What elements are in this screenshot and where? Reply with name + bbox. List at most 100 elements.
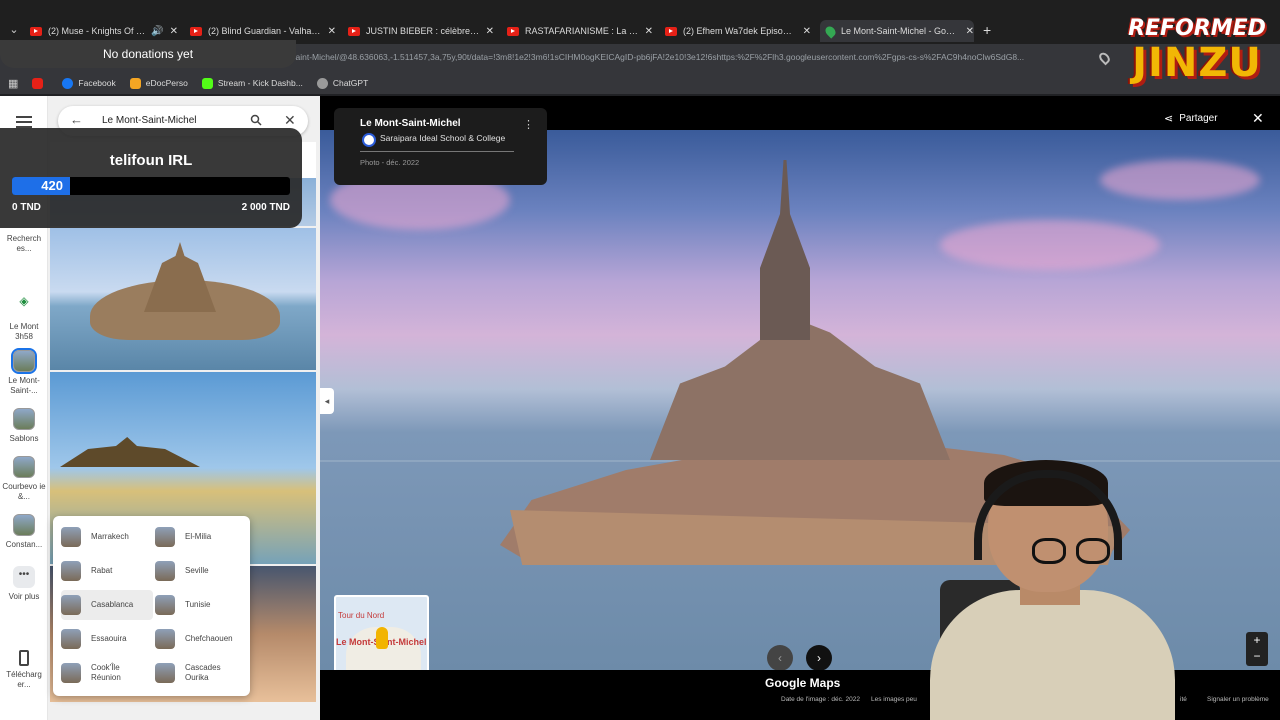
tab-blind-guardian[interactable]: (2) Blind Guardian - Valhalla - Y ✕ [190,20,336,42]
suggestion-casablanca[interactable]: Casablanca [61,590,153,620]
bookmark-label: Stream - Kick Dashb... [217,78,303,88]
place-thumbnail [155,561,175,581]
close-viewer-icon[interactable]: ✕ [1252,110,1264,127]
rail-constan[interactable]: Constan... [0,514,48,550]
tab-rastafari[interactable]: RASTAFARIANISME : La Religion ✕ [507,20,653,42]
author-avatar[interactable] [362,133,376,147]
place-thumbnail [61,561,81,581]
tab-bieber[interactable]: JUSTIN BIEBER : célèbre trop je ✕ [348,20,494,42]
bookmark-kick[interactable]: Stream - Kick Dashb... [201,77,303,89]
tab-title: (2) Efhem Wa7dek Episode 1 - [683,26,797,36]
apps-icon[interactable]: ▦ [8,77,18,90]
person-torso [930,590,1175,720]
tab-close-icon[interactable]: ✕ [803,26,811,37]
new-tab-button[interactable]: + [983,22,991,38]
tab-close-icon[interactable]: ✕ [328,26,336,37]
bookmark-label: eDocPerso [145,78,188,88]
place-title: Le Mont-Saint-Michel [360,118,461,129]
rail-courbevoie[interactable]: Courbevo ie &... [0,456,48,502]
bookmark-facebook[interactable]: Facebook [62,77,116,89]
place-thumbnail [13,408,35,430]
suggestion-label: Seville [185,566,209,575]
rail-le-mont-saint-michel[interactable]: Le Mont-Saint-... [0,348,48,396]
youtube-icon [30,26,42,36]
tab-google-maps[interactable]: Le Mont-Saint-Michel - Google ✕ [820,20,974,42]
route-icon: ◈ [13,295,35,318]
suggestion-rabat[interactable]: Rabat [61,556,153,586]
suggestion-label: Essaouira [91,634,127,643]
youtube-icon [507,26,519,36]
donation-goal-widget: telifoun IRL 420 0 TND 2 000 TND [0,128,302,228]
privacy-link[interactable]: ité [1180,696,1187,703]
bookmark-edocperso[interactable]: eDocPerso [129,77,188,89]
glasses [1032,538,1120,568]
tab-close-icon[interactable]: ✕ [486,26,494,37]
clear-search-icon[interactable]: ✕ [284,112,296,129]
maps-icon [823,23,838,39]
tab-muse[interactable]: (2) Muse - Knights Of Cydonia 🔊 ✕ [30,20,178,42]
rail-sablons[interactable]: Sablons [0,408,48,444]
zoom-in-icon[interactable]: + [1246,632,1268,648]
abbey-spire [760,160,810,340]
previous-photo-button[interactable]: ‹ [767,645,793,671]
kick-icon [201,77,213,89]
tab-search-icon[interactable]: ⌄ [6,22,22,38]
google-maps-logo: Google Maps [765,676,841,690]
suggestion-cook-ile-reunion[interactable]: Cook'Île Réunion [61,658,153,688]
pegman-icon[interactable] [376,627,388,649]
place-thumbnail [61,663,81,683]
bookmark-label: Facebook [78,78,116,88]
bookmark-youtube[interactable] [32,77,48,89]
report-problem-link[interactable]: Signaler un problème [1207,696,1269,703]
rail-label: Constan... [5,540,43,549]
rail-label: Voir plus [8,592,40,601]
suggestion-seville[interactable]: Seville [155,556,247,586]
place-thumbnail [155,595,175,615]
minimap-label: Tour du Nord [338,611,385,620]
rail-download[interactable]: Télécharg er... [0,650,48,690]
suggestion-label: Casablanca [91,600,134,609]
image-date: Date de l'image : déc. 2022 [781,696,860,703]
tab-efhem[interactable]: (2) Efhem Wa7dek Episode 1 - ✕ [665,20,811,42]
rail-label: Recherch es... [6,234,42,253]
share-button[interactable]: ⋖ Partager [1164,112,1218,125]
chatgpt-icon [316,77,328,89]
suggestion-tunisie[interactable]: Tunisie [155,590,247,620]
tab-title: JUSTIN BIEBER : célèbre trop je [366,26,480,36]
search-input[interactable]: Le Mont-Saint-Michel [102,115,196,126]
suggestion-cascades-ourika[interactable]: Cascades Ourika [155,658,247,688]
share-icon: ⋖ [1164,113,1174,125]
rail-see-more[interactable]: ••• Voir plus [0,566,48,602]
tab-title: (2) Muse - Knights Of Cydonia [48,26,148,36]
speaker-icon[interactable]: 🔊 [151,26,163,37]
rail-le-mont-route[interactable]: ◈ Le Mont 3h58 [0,295,48,342]
author-name[interactable]: Saraipara Ideal School & College [380,133,505,143]
more-options-icon[interactable]: ⋮ [523,118,534,131]
island-shape [60,437,200,467]
tab-title: Le Mont-Saint-Michel - Google [841,26,960,36]
bookmark-chatgpt[interactable]: ChatGPT [316,77,368,89]
zoom-out-icon[interactable]: − [1246,648,1268,664]
collapse-panel-button[interactable]: ◂ [320,388,334,414]
zoom-control[interactable]: + − [1246,632,1268,666]
photo-tile[interactable] [50,228,316,370]
search-icon[interactable] [250,114,262,126]
logo-text: JINZU [1132,40,1262,86]
goal-min: 0 TND [12,202,41,213]
goal-max: 2 000 TND [241,202,290,213]
rail-searches[interactable]: Recherch es... [0,234,48,254]
tab-close-icon[interactable]: ✕ [966,26,974,37]
youtube-icon [348,26,360,36]
tab-close-icon[interactable]: ✕ [645,26,653,37]
next-photo-button[interactable]: › [806,645,832,671]
suggestion-el-milia[interactable]: El-Milia [155,522,247,552]
suggestion-essaouira[interactable]: Essaouira [61,624,153,654]
tab-close-icon[interactable]: ✕ [170,26,178,37]
back-arrow-icon[interactable]: ← [70,113,83,126]
suggestion-chefchaouen[interactable]: Chefchaouen [155,624,247,654]
tab-title: (2) Blind Guardian - Valhalla - Y [208,26,322,36]
suggestion-marrakech[interactable]: Marrakech [61,522,153,552]
rail-label: Sablons [9,434,39,443]
url-field[interactable]: -Saint-Michel/@48.636063,-1.511457,3a,75… [287,52,1087,62]
place-thumbnail [61,527,81,547]
